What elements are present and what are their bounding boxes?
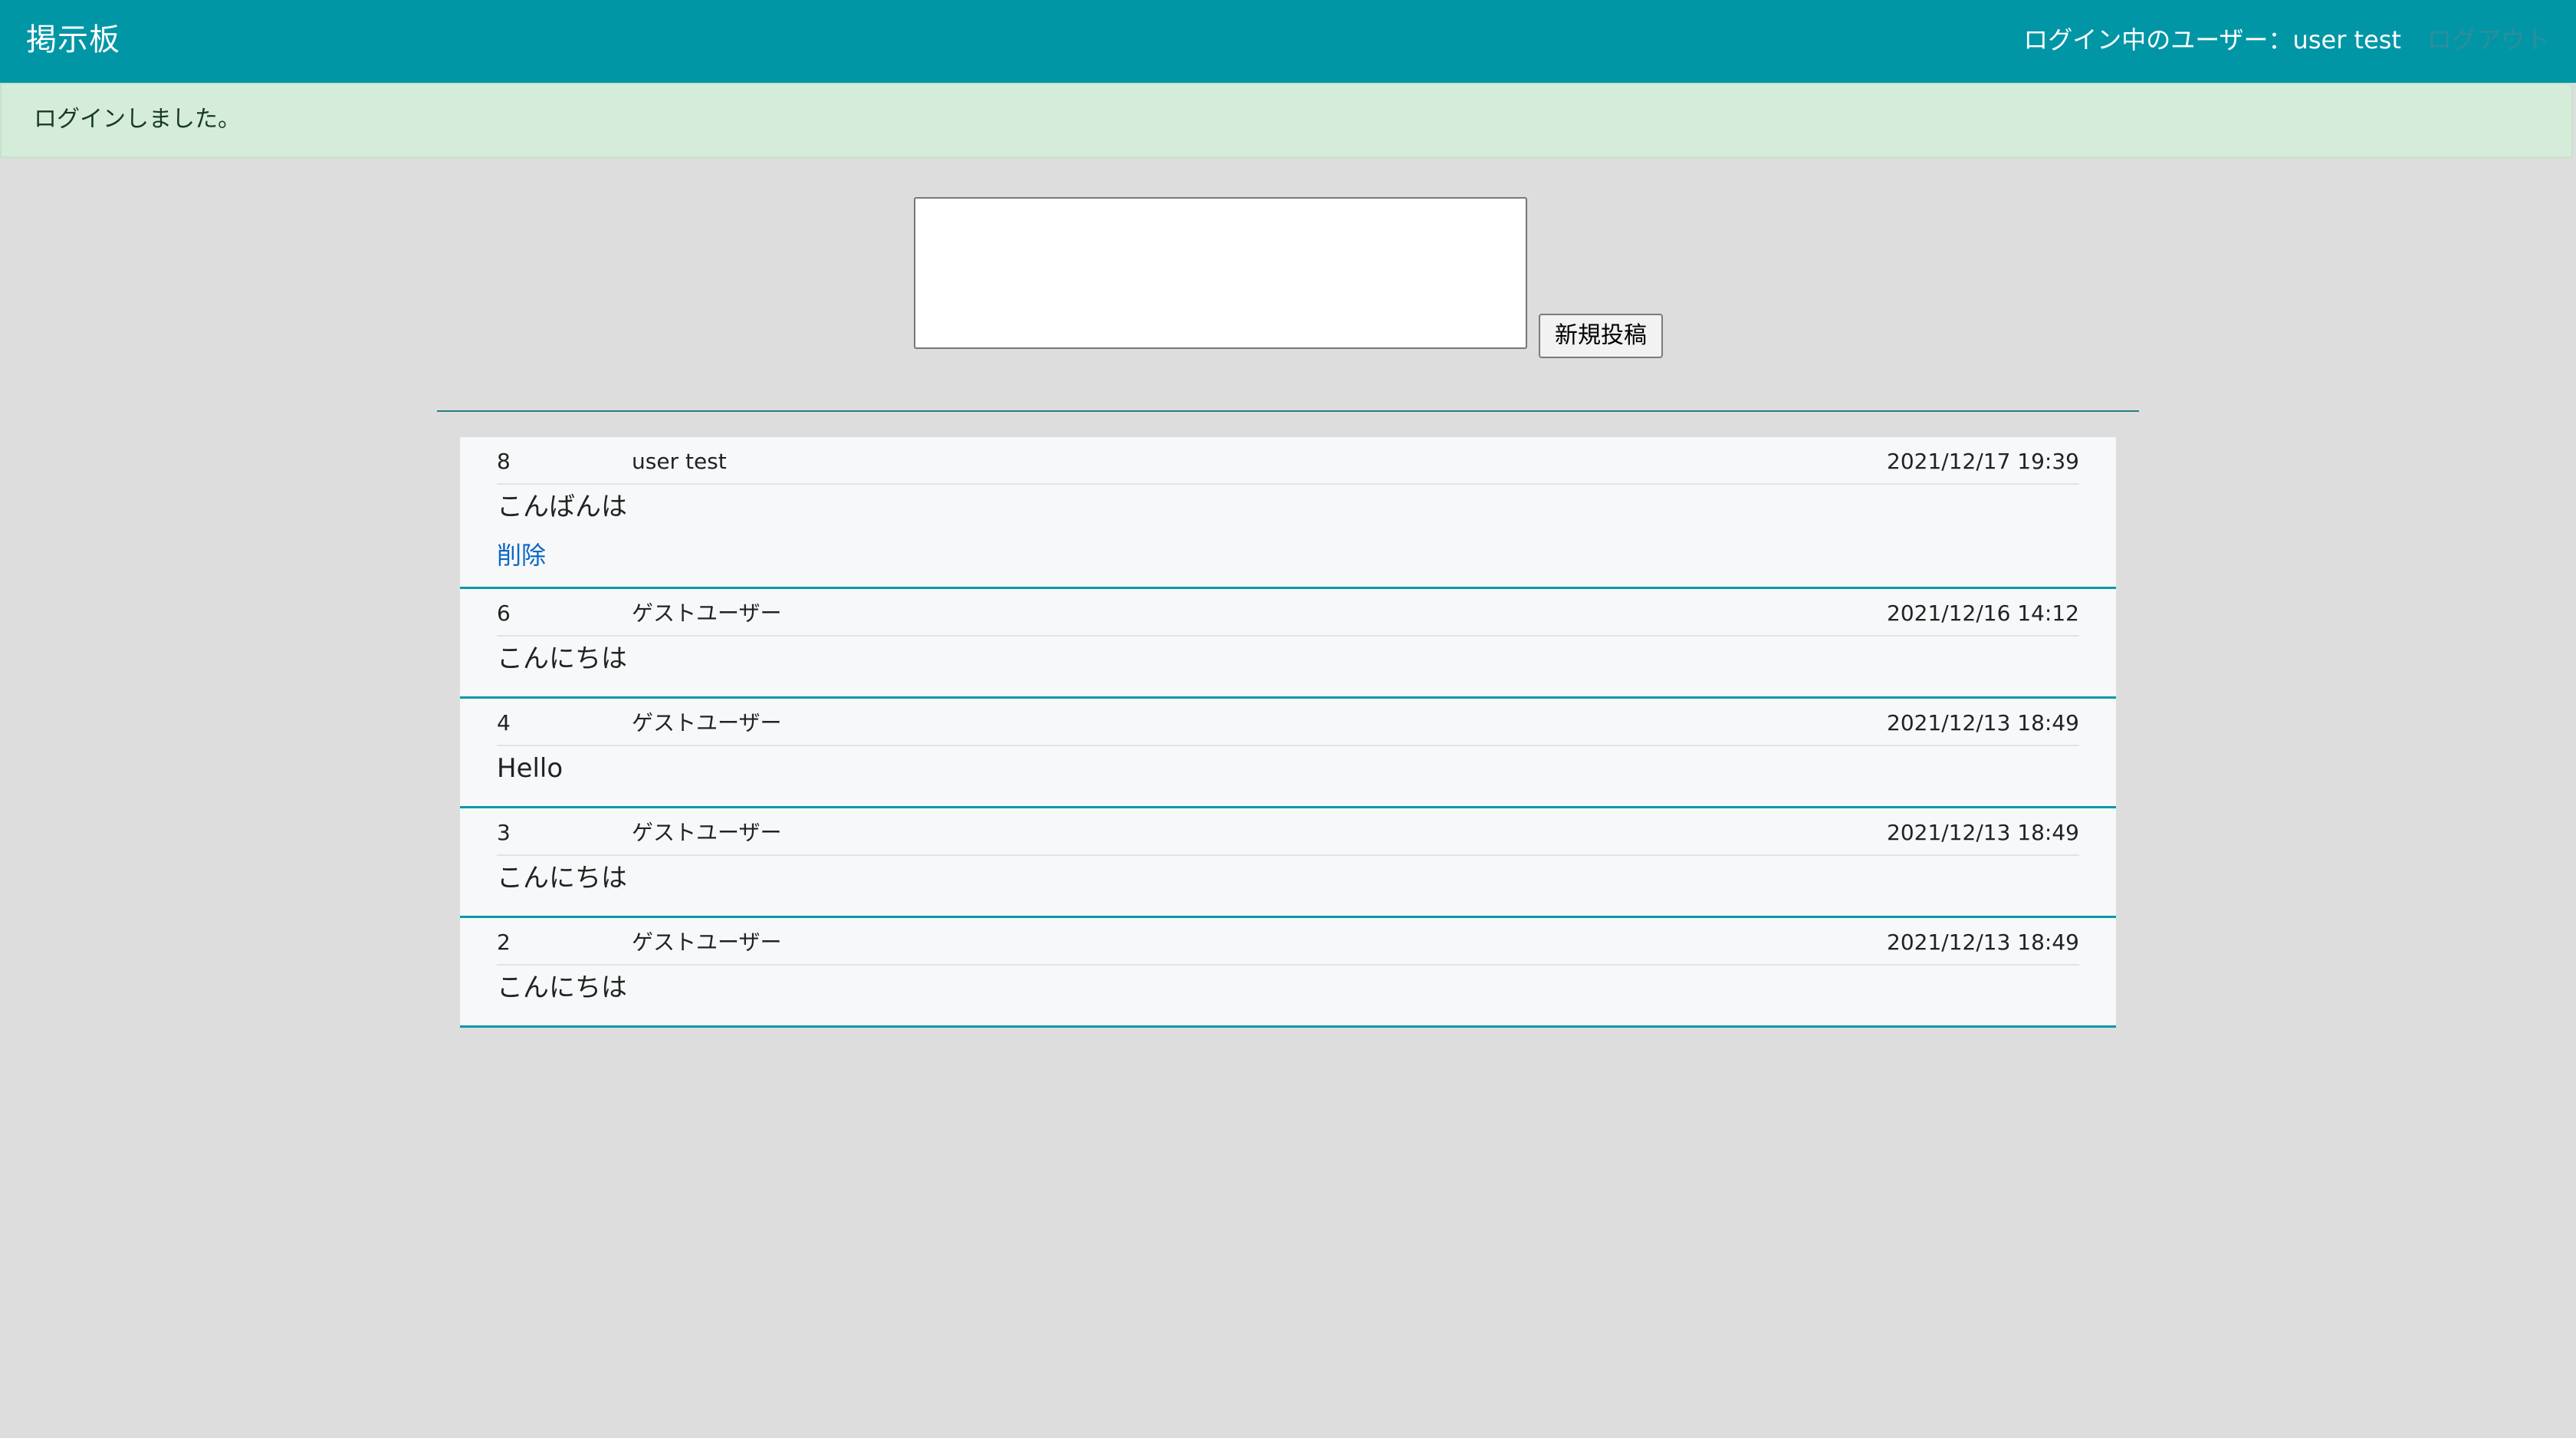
post-list: 8 user test 2021/12/17 19:39 こんばんは 削除 6 …	[460, 437, 2116, 1028]
post-meta: 8 user test 2021/12/17 19:39	[497, 437, 2079, 485]
post-author: ゲストユーザー	[632, 930, 782, 955]
post-date: 2021/12/13 18:49	[1887, 930, 2079, 955]
post-body: こんにちは	[460, 966, 2116, 1025]
post-body: Hello	[460, 746, 2116, 806]
post-content: こんにちは	[497, 643, 627, 674]
logout-link[interactable]: ログアウト	[2427, 23, 2550, 57]
post-item: 2 ゲストユーザー 2021/12/13 18:49 こんにちは	[460, 918, 2116, 1028]
post-body: こんにちは	[460, 637, 2116, 696]
post-id: 2	[497, 930, 511, 955]
post-date: 2021/12/17 19:39	[1887, 449, 2079, 474]
post-meta: 2 ゲストユーザー 2021/12/13 18:49	[497, 918, 2079, 966]
post-author: ゲストユーザー	[632, 820, 782, 845]
new-post-form: 新規投稿	[914, 197, 1681, 358]
post-actions: 削除	[497, 525, 2079, 573]
post-id: 6	[497, 601, 511, 626]
post-id: 8	[497, 449, 511, 474]
post-content: Hello	[497, 753, 564, 784]
post-meta: 3 ゲストユーザー 2021/12/13 18:49	[497, 808, 2079, 856]
post-id: 4	[497, 710, 511, 735]
post-meta: 4 ゲストユーザー 2021/12/13 18:49	[497, 699, 2079, 746]
post-body: こんばんは 削除	[460, 485, 2116, 587]
post-content: こんにちは	[497, 863, 627, 893]
login-success-message: ログインしました。	[34, 106, 241, 133]
new-post-button[interactable]: 新規投稿	[1539, 314, 1663, 358]
delete-post-link[interactable]: 削除	[497, 538, 546, 572]
post-author: ゲストユーザー	[632, 710, 782, 735]
post-content: こんにちは	[497, 972, 627, 1003]
post-body-textarea[interactable]	[914, 197, 1527, 349]
post-id: 3	[497, 820, 511, 845]
user-navigation: ログイン中のユーザー：user test ログアウト	[2023, 23, 2550, 57]
post-date: 2021/12/16 14:12	[1887, 601, 2079, 626]
post-item: 6 ゲストユーザー 2021/12/16 14:12 こんにちは	[460, 589, 2116, 699]
post-item: 4 ゲストユーザー 2021/12/13 18:49 Hello	[460, 699, 2116, 808]
post-date: 2021/12/13 18:49	[1887, 820, 2079, 845]
content-divider	[437, 410, 2139, 412]
post-content: こんばんは	[497, 492, 627, 522]
post-author: user test	[632, 449, 727, 474]
app-title: 掲示板	[26, 22, 120, 58]
bulletin-board-page: 掲示板 ログイン中のユーザー：user test ログアウト ログインしました。…	[0, 0, 2576, 1438]
post-date: 2021/12/13 18:49	[1887, 710, 2079, 735]
post-author: ゲストユーザー	[632, 601, 782, 626]
post-meta: 6 ゲストユーザー 2021/12/16 14:12	[497, 589, 2079, 637]
post-item: 3 ゲストユーザー 2021/12/13 18:49 こんにちは	[460, 808, 2116, 918]
top-navigation-bar: 掲示板 ログイン中のユーザー：user test ログアウト	[0, 0, 2576, 83]
logged-in-user-label: ログイン中のユーザー：user test	[2023, 25, 2401, 54]
login-success-alert: ログインしました。	[0, 83, 2573, 158]
post-item: 8 user test 2021/12/17 19:39 こんばんは 削除	[460, 437, 2116, 589]
post-body: こんにちは	[460, 856, 2116, 916]
